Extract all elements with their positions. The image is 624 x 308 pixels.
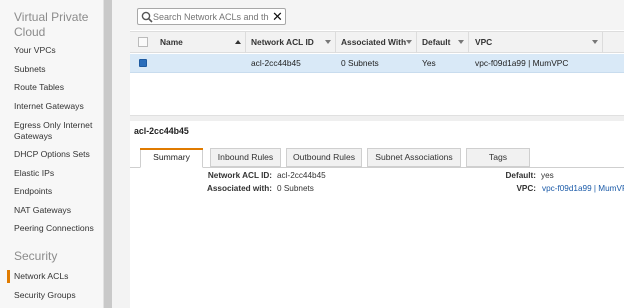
sort-caret-icon bbox=[458, 40, 464, 44]
column-header-name[interactable]: Name bbox=[152, 32, 246, 53]
column-header-associated-with[interactable]: Associated With bbox=[336, 32, 417, 53]
sidebar-section-vpc: Virtual Private Cloud bbox=[14, 10, 89, 39]
sidebar-item-nat-gateways[interactable]: NAT Gateways bbox=[14, 205, 71, 216]
table-row[interactable]: acl-2cc44b45 0 Subnets Yes vpc-f09d1a99 … bbox=[130, 54, 624, 73]
cell-name bbox=[160, 54, 246, 73]
column-header-default[interactable]: Default bbox=[417, 32, 469, 53]
clear-search-icon[interactable]: ✕ bbox=[271, 10, 284, 23]
table-body-empty bbox=[130, 73, 624, 115]
sidebar-section-security: Security bbox=[14, 249, 58, 263]
sidebar-item-route-tables[interactable]: Route Tables bbox=[14, 82, 64, 93]
sidebar: Virtual Private Cloud Your VPCs Subnets … bbox=[0, 0, 104, 308]
column-header-acl-id-label: Network ACL ID bbox=[251, 37, 314, 47]
associated-with-label: Associated with: bbox=[206, 184, 272, 193]
cell-default: Yes bbox=[422, 58, 436, 68]
content-gutter bbox=[112, 0, 130, 308]
sidebar-item-subnets[interactable]: Subnets bbox=[14, 64, 46, 75]
sort-caret-icon bbox=[592, 40, 598, 44]
cell-associated-with: 0 Subnets bbox=[341, 58, 379, 68]
cell-acl-id: acl-2cc44b45 bbox=[251, 58, 301, 68]
sort-ascending-icon bbox=[235, 40, 241, 44]
tab-summary[interactable]: Summary bbox=[140, 148, 203, 168]
default-value: yes bbox=[541, 171, 554, 180]
sidebar-item-network-acls[interactable]: Network ACLs bbox=[6, 270, 68, 283]
search-box[interactable]: ✕ bbox=[137, 8, 286, 25]
sidebar-item-security-groups[interactable]: Security Groups bbox=[14, 290, 76, 301]
row-checkbox[interactable] bbox=[139, 59, 147, 67]
column-header-vpc-label: VPC bbox=[475, 37, 493, 47]
sidebar-item-peering-connections[interactable]: Peering Connections bbox=[14, 223, 94, 234]
detail-title: acl-2cc44b45 bbox=[134, 126, 189, 136]
tab-outbound-rules[interactable]: Outbound Rules bbox=[286, 148, 362, 167]
vpc-link[interactable]: vpc-f09d1a99 | MumVP bbox=[542, 184, 624, 193]
tab-tags[interactable]: Tags bbox=[466, 148, 530, 167]
tab-inbound-rules[interactable]: Inbound Rules bbox=[210, 148, 281, 167]
associated-with-value: 0 Subnets bbox=[277, 184, 314, 193]
network-acl-id-value: acl-2cc44b45 bbox=[277, 171, 326, 180]
cell-vpc[interactable]: vpc-f09d1a99 | MumVPC bbox=[475, 54, 605, 73]
column-header-default-label: Default bbox=[422, 37, 451, 47]
sort-caret-icon bbox=[325, 40, 331, 44]
column-header-name-label: Name bbox=[160, 37, 183, 47]
sidebar-item-elastic-ips[interactable]: Elastic IPs bbox=[14, 168, 54, 179]
sidebar-item-endpoints[interactable]: Endpoints bbox=[14, 186, 52, 197]
sidebar-item-dhcp-options-sets[interactable]: DHCP Options Sets bbox=[14, 149, 90, 160]
select-all-checkbox[interactable] bbox=[138, 37, 148, 47]
vpc-label: VPC: bbox=[516, 184, 536, 193]
search-icon bbox=[141, 11, 153, 23]
search-input[interactable] bbox=[153, 10, 269, 23]
sidebar-item-your-vpcs[interactable]: Your VPCs bbox=[14, 45, 56, 56]
network-acl-id-label: Network ACL ID: bbox=[207, 171, 272, 180]
column-header-vpc[interactable]: VPC bbox=[469, 32, 603, 53]
sidebar-scrollbar[interactable] bbox=[104, 0, 112, 308]
default-label: Default: bbox=[505, 171, 536, 180]
tabs-baseline bbox=[130, 167, 624, 168]
column-header-associated-with-label: Associated With bbox=[341, 37, 407, 47]
sidebar-item-egress-only-internet-gateways[interactable]: Egress Only Internet Gateways bbox=[14, 120, 102, 142]
tab-subnet-associations[interactable]: Subnet Associations bbox=[367, 148, 461, 167]
sidebar-item-internet-gateways[interactable]: Internet Gateways bbox=[14, 101, 84, 112]
table-header: Name Network ACL ID Associated With Defa… bbox=[130, 31, 624, 53]
pane-resize-divider[interactable] bbox=[130, 115, 624, 121]
sort-caret-icon bbox=[406, 40, 412, 44]
column-header-acl-id[interactable]: Network ACL ID bbox=[246, 32, 336, 53]
